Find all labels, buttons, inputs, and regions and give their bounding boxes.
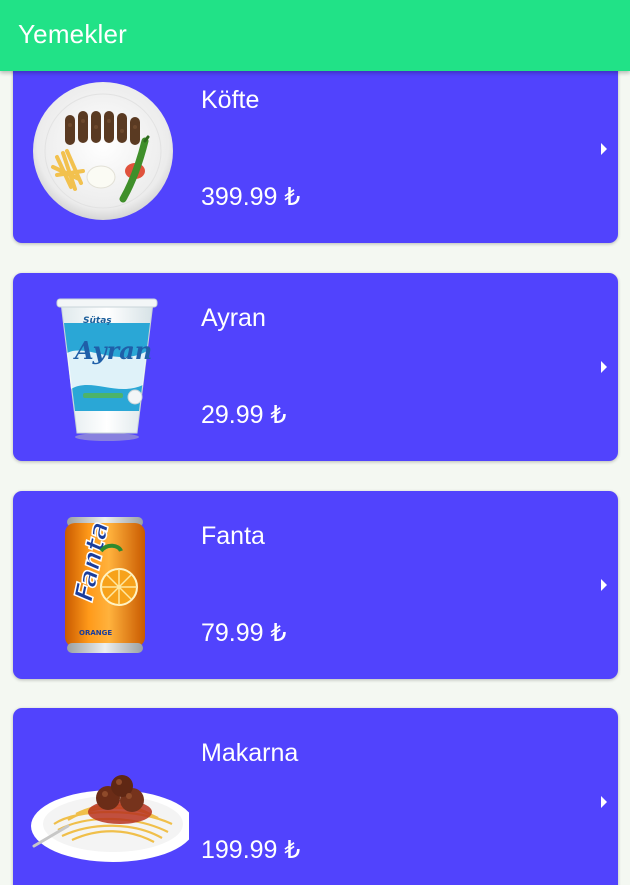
item-price: 399.99 ₺	[201, 183, 301, 211]
page-title: Yemekler	[18, 19, 128, 49]
item-name: Köfte	[201, 86, 260, 114]
ayran-cup-image: Sütaş Ayran	[56, 298, 158, 441]
spaghetti-plate-image	[31, 775, 189, 862]
item-name: Fanta	[201, 522, 265, 550]
chevron-right-icon	[601, 796, 607, 808]
app-screen: Köfte 399.99 ₺ Sütaş Ayran Ayran 29.99 ₺…	[0, 0, 630, 885]
list-item-fanta[interactable]: Fanta ORANGE Fanta 79.99 ₺	[13, 491, 618, 679]
cup-brand-label: Sütaş	[83, 316, 112, 326]
item-price: 199.99 ₺	[201, 836, 301, 864]
item-price: 79.99 ₺	[201, 619, 287, 647]
list-item-makarna[interactable]: Makarna 199.99 ₺	[13, 708, 618, 885]
app-bar: Yemekler	[0, 0, 630, 71]
item-price: 29.99 ₺	[201, 401, 287, 429]
list-item-kofte[interactable]: Köfte 399.99 ₺	[13, 55, 618, 243]
chevron-right-icon	[601, 579, 607, 591]
item-name: Makarna	[201, 739, 299, 767]
kofte-plate-image	[33, 82, 173, 220]
list-item-ayran[interactable]: Sütaş Ayran Ayran 29.99 ₺	[13, 273, 618, 461]
chevron-right-icon	[601, 143, 607, 155]
food-list[interactable]: Köfte 399.99 ₺ Sütaş Ayran Ayran 29.99 ₺…	[0, 0, 630, 885]
chevron-right-icon	[601, 361, 607, 373]
item-name: Ayran	[201, 304, 266, 332]
fanta-can-image: Fanta ORANGE	[65, 517, 145, 653]
can-flavor-label: ORANGE	[79, 629, 112, 637]
cup-product-label: Ayran	[73, 336, 152, 365]
